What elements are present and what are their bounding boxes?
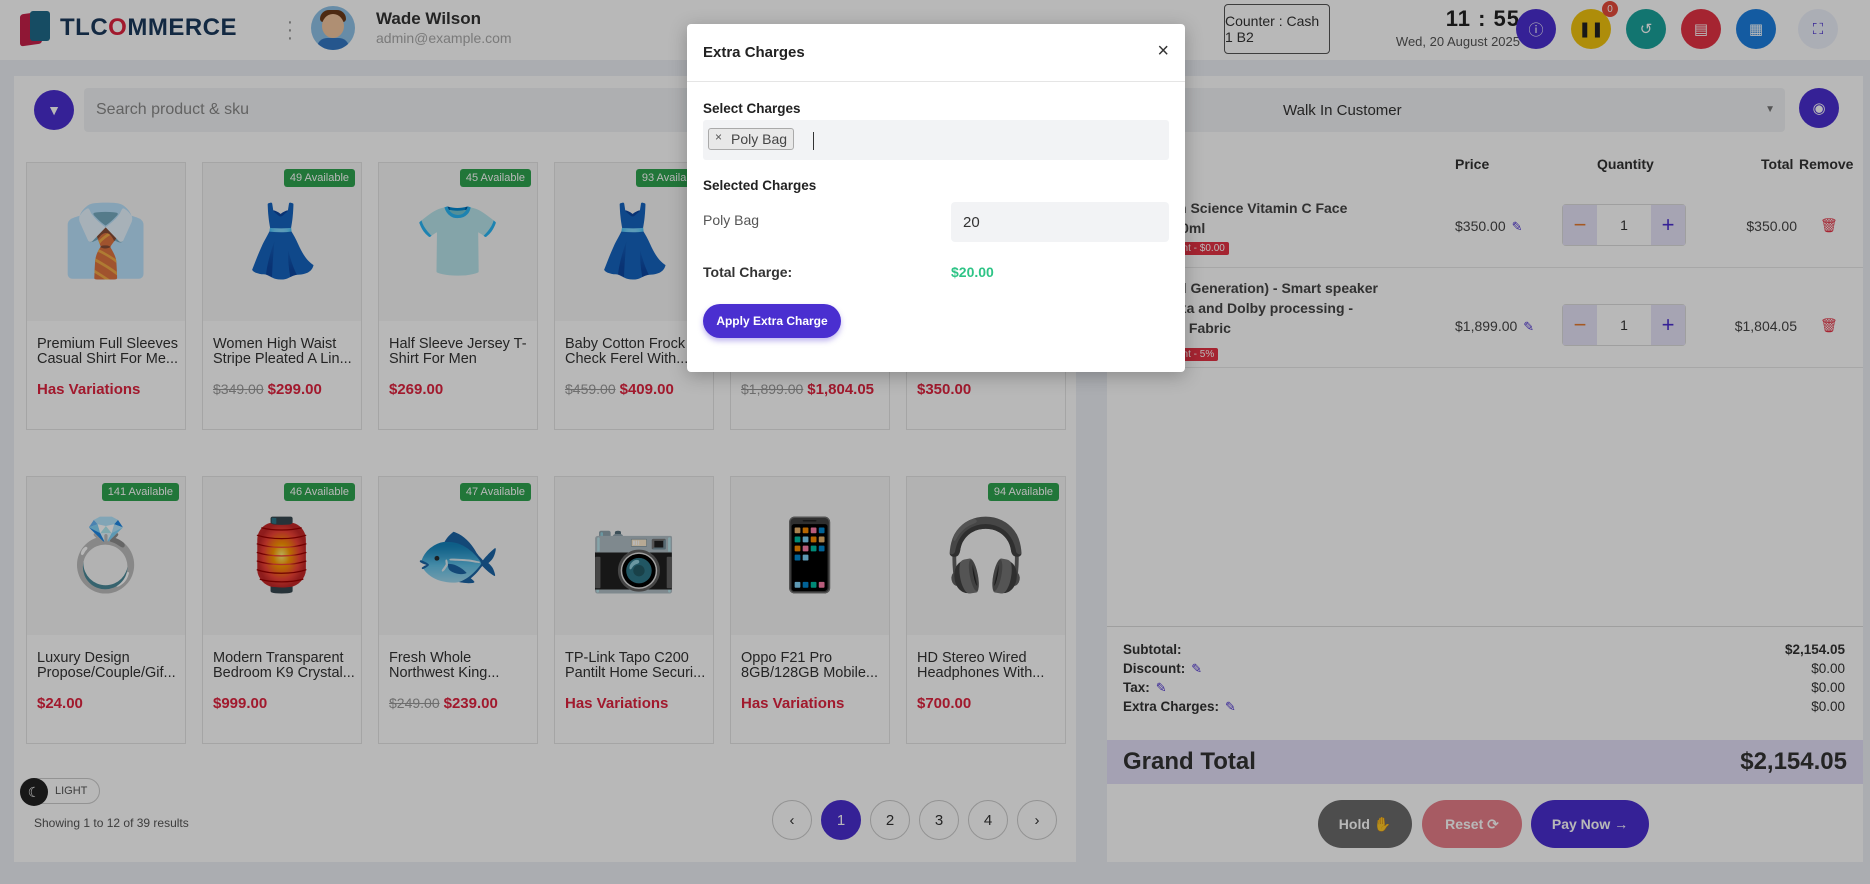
remove-tag-icon[interactable]: × [715,130,722,144]
modal-title: Extra Charges [703,44,805,61]
charges-multiselect[interactable]: × Poly Bag [703,120,1169,160]
total-charge-label: Total Charge: [703,264,793,280]
extra-charges-modal: Extra Charges × Select Charges × Poly Ba… [687,24,1185,372]
text-cursor [813,132,814,150]
charge-name: Poly Bag [703,212,760,228]
modal-header: Extra Charges × [687,24,1185,82]
total-charge-value: $20.00 [951,264,994,280]
selected-charges-label: Selected Charges [703,178,817,193]
select-charges-label: Select Charges [703,101,801,116]
apply-extra-charge-button[interactable]: Apply Extra Charge [703,304,841,338]
charge-amount-input[interactable] [951,202,1169,242]
selected-charge-tag: × Poly Bag [708,128,795,150]
close-icon[interactable]: × [1157,40,1169,63]
